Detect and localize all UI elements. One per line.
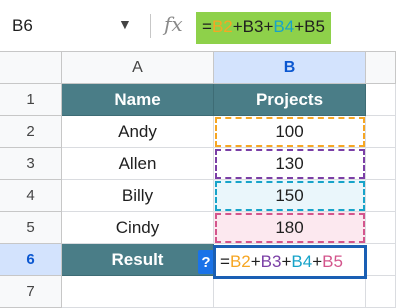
- cell-b6-editor[interactable]: = B2 + B3 + B4 + B5: [214, 246, 366, 278]
- formula-part: +B3+: [232, 17, 274, 36]
- cell-b7[interactable]: [214, 276, 366, 308]
- row-header-2[interactable]: 2: [0, 116, 62, 148]
- cell-c7[interactable]: [366, 276, 396, 308]
- formula-part: =: [202, 17, 212, 36]
- cell-c5[interactable]: [366, 212, 396, 244]
- edit-part: =: [220, 252, 230, 271]
- edit-part: B3: [260, 252, 282, 271]
- row-header-1[interactable]: 1: [0, 84, 62, 116]
- row-header-4[interactable]: 4: [0, 180, 62, 212]
- cell-b2[interactable]: 100: [214, 116, 366, 148]
- cell-c3[interactable]: [366, 148, 396, 180]
- cell-a1[interactable]: Name: [62, 84, 214, 116]
- name-box-value: B6: [12, 16, 33, 35]
- cell-c2[interactable]: [366, 116, 396, 148]
- row-header-5[interactable]: 5: [0, 212, 62, 244]
- cell-c6[interactable]: [366, 244, 396, 276]
- row-header-7[interactable]: 7: [0, 276, 62, 308]
- formula-help-icon[interactable]: ?: [198, 250, 214, 274]
- cell-c4[interactable]: [366, 180, 396, 212]
- formula-bar: B6 ▼ fx =B2+B3+B4+B5: [0, 0, 396, 52]
- edit-part: +: [250, 252, 261, 271]
- cell-a7[interactable]: [62, 276, 214, 308]
- cell-a2[interactable]: Andy: [62, 116, 214, 148]
- column-header-a[interactable]: A: [62, 52, 214, 84]
- row-header-3[interactable]: 3: [0, 148, 62, 180]
- cell-c1[interactable]: [366, 84, 396, 116]
- cell-b5[interactable]: 180: [214, 212, 366, 244]
- cell-b3[interactable]: 130: [214, 148, 366, 180]
- cell-b4[interactable]: 150: [214, 180, 366, 212]
- cell-a4[interactable]: Billy: [62, 180, 214, 212]
- edit-part: B5: [322, 252, 343, 271]
- fx-icon: fx: [164, 12, 183, 36]
- name-box[interactable]: B6 ▼: [0, 0, 140, 52]
- formula-part: +B5: [294, 17, 325, 36]
- row-header-6[interactable]: 6: [0, 244, 62, 276]
- cell-a5[interactable]: Cindy: [62, 212, 214, 244]
- edit-part: +: [281, 252, 292, 271]
- edit-part: B4: [291, 252, 313, 271]
- select-all-corner[interactable]: [0, 52, 62, 84]
- cell-a3[interactable]: Allen: [62, 148, 214, 180]
- column-header-c[interactable]: [366, 52, 396, 84]
- cell-a6[interactable]: Result: [62, 244, 214, 276]
- formula-part: B2: [211, 17, 233, 36]
- edit-part: +: [312, 252, 323, 271]
- formula-input[interactable]: =B2+B3+B4+B5: [196, 12, 331, 44]
- cell-b1[interactable]: Projects: [214, 84, 366, 116]
- divider: [150, 14, 151, 38]
- formula-part: B4: [273, 17, 295, 36]
- column-header-b[interactable]: B: [214, 52, 366, 84]
- chevron-down-icon[interactable]: ▼: [118, 16, 132, 32]
- edit-part: B2: [229, 252, 251, 271]
